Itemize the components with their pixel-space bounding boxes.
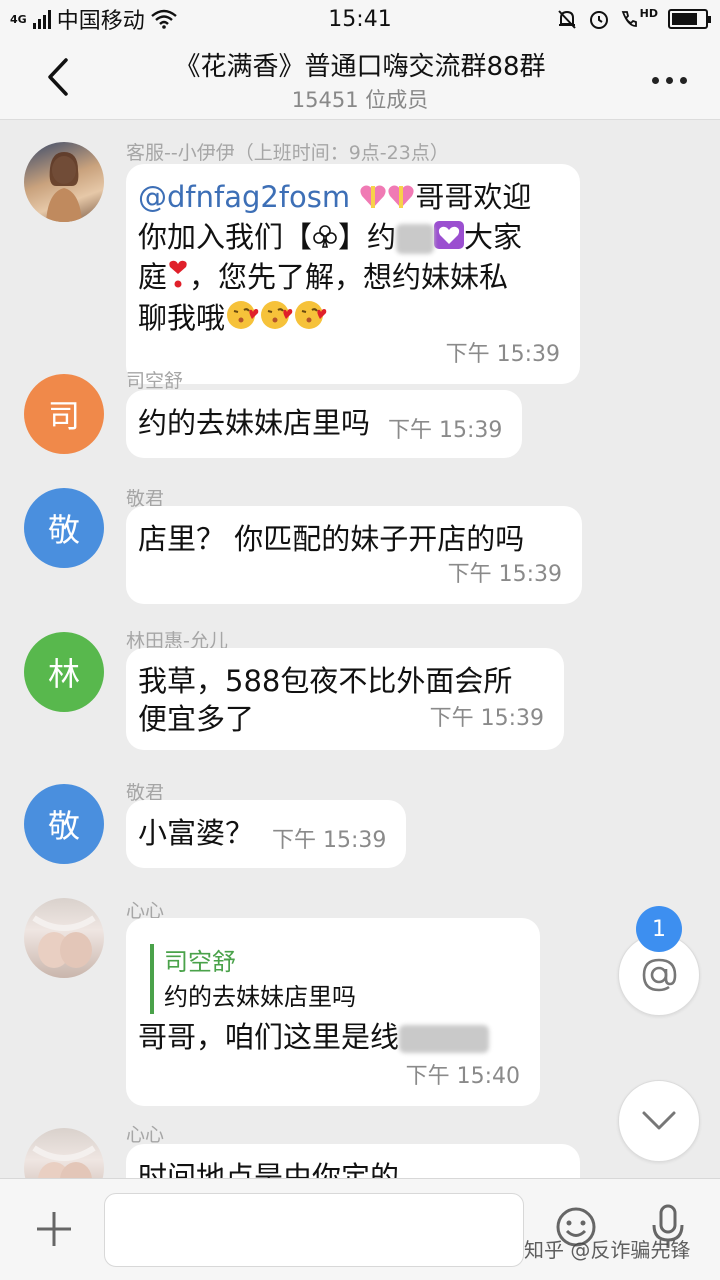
avatar[interactable]: 敬 <box>24 488 104 568</box>
message-bubble[interactable]: 时间地点是由你定的 <box>126 1144 580 1178</box>
avatar[interactable] <box>24 142 104 222</box>
message-bubble[interactable]: 店里？ 你匹配的妹子开店的吗 下午 15:39 <box>126 506 582 604</box>
avatar[interactable]: 敬 <box>24 784 104 864</box>
status-right: HD <box>556 6 711 30</box>
at-sign-icon <box>642 958 677 992</box>
heart-gift-emoji-icon <box>359 180 387 218</box>
message-bubble[interactable]: @dfnfag2fosm 哥哥欢迎 你加入我们【 】约 大家 庭 ，您先了解，想… <box>126 164 580 384</box>
emoji-button[interactable] <box>554 1205 598 1249</box>
message-time: 下午 15:39 <box>429 706 544 731</box>
message-text: 时间地点是由你定的 <box>138 1160 400 1178</box>
status-bar: 4G 中国移动 15:41 HD <box>0 0 720 38</box>
chat-area[interactable]: 客服--小伊伊（上班时间：9点-23点） @dfnfag2fosm 哥哥欢迎 你… <box>0 120 720 1178</box>
message-input[interactable] <box>104 1193 524 1267</box>
message-text: 大家 <box>464 220 523 254</box>
smiley-icon <box>556 1207 596 1247</box>
sender-name: 心心 <box>126 1124 165 1146</box>
carrier-name: 中国移动 <box>56 9 145 34</box>
scroll-down-button[interactable] <box>618 1080 700 1162</box>
blurred-text <box>399 1025 490 1053</box>
message-text: 聊我哦 <box>138 300 226 335</box>
alarm-icon <box>589 11 608 29</box>
quote-text: 约的去妹妹店里吗 <box>164 983 356 1011</box>
message-text: 店里？ 你匹配的妹子开店的吗 <box>138 522 525 556</box>
avatar[interactable] <box>24 898 104 978</box>
sender-name: 客服--小伊伊（上班时间：9点-23点） <box>126 142 449 164</box>
message-time: 下午 15:39 <box>388 418 503 443</box>
message-bubble[interactable]: 我草，588包夜不比外面会所 便宜多了 下午 15:39 <box>126 648 564 750</box>
more-dots-icon <box>651 76 687 84</box>
wifi-icon <box>150 9 177 29</box>
kiss-emoji-icon <box>293 299 327 340</box>
avatar[interactable]: 林 <box>24 632 104 712</box>
message-text: 便宜多了 <box>138 702 255 736</box>
avatar-initial: 敬 <box>47 511 80 549</box>
purple-heart-emoji-icon <box>434 220 465 258</box>
heart-gift-emoji-icon <box>387 180 415 218</box>
message-time: 下午 15:39 <box>272 828 387 853</box>
input-bar <box>0 1178 720 1280</box>
message-text: 哥哥，咱们这里是线 <box>138 1020 400 1054</box>
blurred-text <box>396 224 435 254</box>
quoted-reply[interactable]: 司空舒 约的去妹妹店里吗 <box>150 944 520 1014</box>
message-text: 你加入我们【 <box>138 220 313 254</box>
quote-sender: 司空舒 <box>164 948 236 976</box>
more-button[interactable] <box>644 60 694 100</box>
mention-count-badge[interactable]: 1 <box>636 906 682 952</box>
message-bubble[interactable]: 约的去妹妹店里吗 下午 15:39 <box>126 390 523 458</box>
message-time: 下午 15:39 <box>445 342 560 367</box>
message-text: 约的去妹妹店里吗 <box>138 406 371 440</box>
message-text: 我草，588包夜不比外面会所 <box>138 664 513 698</box>
message-time: 下午 15:40 <box>405 1064 520 1089</box>
message-text: 庭 <box>138 260 168 294</box>
battery-icon <box>668 9 711 29</box>
profile-photo-icon <box>32 1145 96 1178</box>
plus-icon <box>37 1212 71 1246</box>
member-count[interactable]: 15451 位成员 <box>110 84 610 114</box>
hd-call-icon: HD <box>620 6 658 28</box>
status-left: 4G 中国移动 <box>10 3 177 35</box>
microphone-icon <box>652 1204 684 1248</box>
mention-link[interactable]: @dfnfag2fosm <box>138 180 350 214</box>
sender-name: 司空舒 <box>126 370 184 392</box>
network-type: 4G <box>10 12 27 26</box>
message-text: 】约 <box>338 220 397 254</box>
message-bubble[interactable]: 小富婆？ 下午 15:39 <box>126 800 407 868</box>
chat-header: 《花满香》普通口嗨交流群88群 15451 位成员 <box>0 38 720 120</box>
kiss-emoji-icon <box>259 299 293 340</box>
mute-bell-icon <box>557 10 576 29</box>
chevron-down-icon <box>642 1111 676 1130</box>
message-time: 下午 15:39 <box>447 562 562 587</box>
message-text: 哥哥欢迎 <box>415 180 532 214</box>
message-bubble[interactable]: 司空舒 约的去妹妹店里吗 哥哥，咱们这里是线 下午 15:40 <box>126 918 540 1106</box>
group-title: 《花满香》普通口嗨交流群88群 <box>174 52 546 82</box>
profile-photo-icon <box>32 915 96 968</box>
message-text: 小富婆？ <box>138 816 255 850</box>
avatar[interactable]: 司 <box>24 374 104 454</box>
kiss-emoji-icon <box>225 299 259 340</box>
chevron-left-icon <box>48 58 68 96</box>
red-exclamation-heart-icon <box>167 260 189 299</box>
message-text: ，您先了解，想约妹妹私 <box>189 260 509 294</box>
avatar-initial: 司 <box>47 397 80 435</box>
avatar[interactable] <box>24 1128 104 1178</box>
voice-button[interactable] <box>646 1203 690 1251</box>
hd-label: HD <box>639 6 658 20</box>
profile-photo-icon <box>46 152 82 222</box>
back-button[interactable] <box>36 52 80 102</box>
signal-icon <box>32 9 51 29</box>
club-icon <box>312 220 338 258</box>
avatar-initial: 敬 <box>47 807 80 845</box>
avatar-initial: 林 <box>47 655 80 693</box>
plus-button[interactable] <box>32 1207 76 1251</box>
